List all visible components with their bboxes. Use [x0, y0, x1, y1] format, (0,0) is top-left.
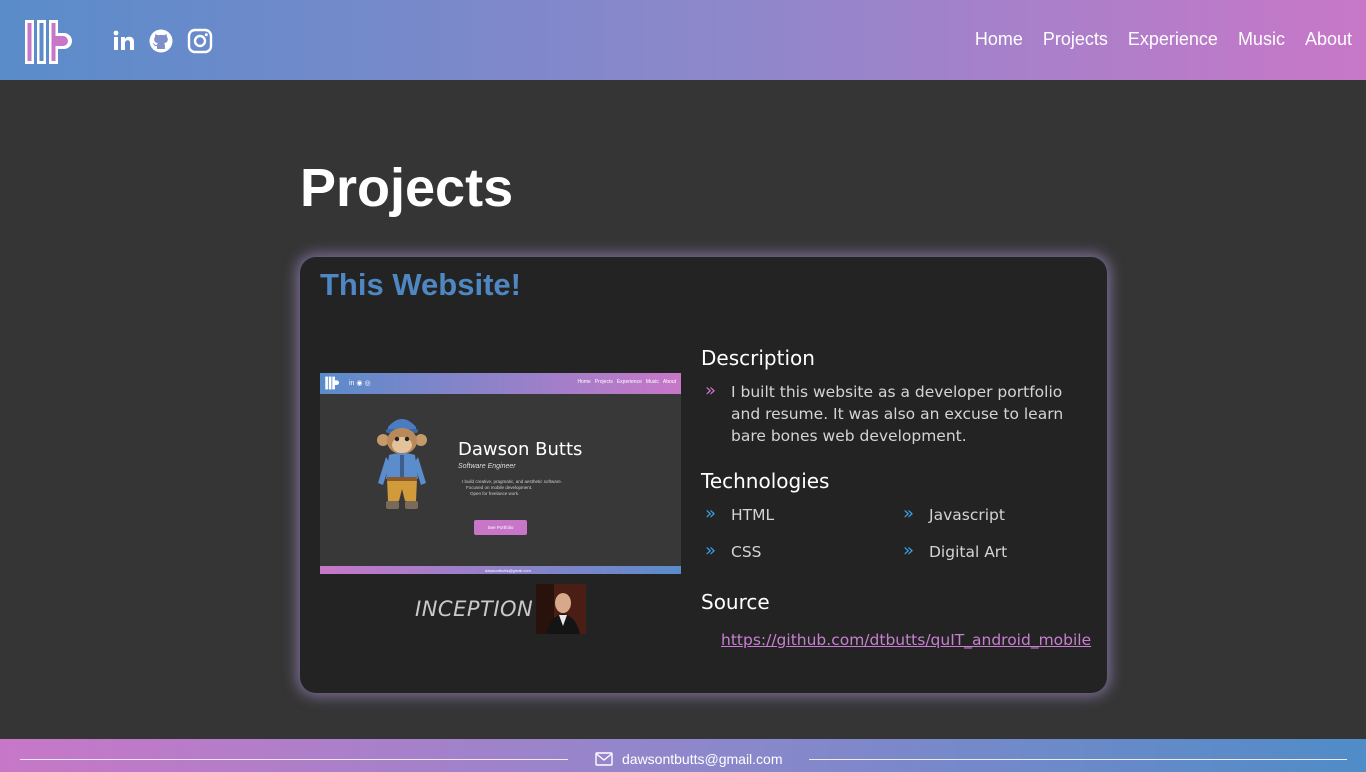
tech-bullet-icon: » [903, 503, 915, 524]
linkedin-icon[interactable] [111, 28, 137, 54]
screenshot-nav-item: Home [577, 379, 591, 385]
mail-icon [595, 752, 613, 766]
avatar [536, 584, 586, 634]
technologies-heading: Technologies [701, 469, 830, 493]
monkey-illustration [377, 419, 427, 509]
description-bullet-icon: » [705, 380, 717, 401]
tech-bullet-icon: » [903, 540, 915, 561]
logo-icon[interactable] [24, 19, 72, 65]
screenshot-role: Software Engineer [458, 463, 516, 470]
tech-item: Digital Art [929, 543, 1008, 561]
nav-music[interactable]: Music [1238, 29, 1285, 50]
screenshot-nav-item: Music [645, 379, 659, 385]
project-title: This Website! [320, 267, 521, 302]
footer-email-link[interactable]: dawsontbutts@gmail.com [622, 751, 783, 767]
tech-bullet-icon: » [705, 540, 717, 561]
screenshot-name: Dawson Butts [458, 439, 583, 460]
project-caption: INCEPTION [415, 597, 534, 621]
nav-home[interactable]: Home [975, 29, 1023, 50]
github-icon[interactable] [148, 28, 174, 54]
main-nav: Home Projects Experience Music About [975, 29, 1352, 50]
project-description: I built this website as a developer port… [731, 383, 1064, 445]
screenshot-nav-item: Experience [616, 379, 642, 385]
screenshot-button: See Portfolio [474, 520, 527, 535]
tech-bullet-icon: » [705, 503, 717, 524]
site-header: Home Projects Experience Music About [0, 0, 1366, 80]
screenshot-email: dawsontbutts@gmail.com [485, 568, 531, 573]
screenshot-footer: dawsontbutts@gmail.com [320, 566, 681, 574]
footer-divider [20, 759, 568, 760]
tech-item: Javascript [929, 506, 1005, 524]
screenshot-nav-item: Projects [594, 379, 613, 385]
description-heading: Description [701, 346, 815, 370]
screenshot-header: in ◉ ◎ Home Projects Experience Music Ab… [320, 373, 681, 394]
nav-projects[interactable]: Projects [1043, 29, 1108, 50]
page-title: Projects [300, 158, 514, 218]
screenshot-bio-line: Open for freelance work. [470, 491, 520, 496]
nav-about[interactable]: About [1305, 29, 1352, 50]
nav-experience[interactable]: Experience [1128, 29, 1218, 50]
tech-item: HTML [731, 506, 775, 524]
screenshot-nav-item: About [662, 379, 676, 385]
source-link[interactable]: https://github.com/dtbutts/quIT_android_… [721, 631, 1091, 649]
screenshot-nav: Home Projects Experience Music About [577, 379, 676, 385]
site-footer: dawsontbutts@gmail.com [0, 739, 1366, 772]
screenshot-social-icons: in ◉ ◎ [349, 380, 371, 387]
screenshot-logo-icon [325, 376, 339, 390]
instagram-icon[interactable] [187, 28, 213, 54]
tech-item: CSS [731, 543, 762, 561]
screenshot-bio: I build creative, pragmatic, and aesthet… [462, 479, 572, 497]
source-heading: Source [701, 590, 770, 614]
project-card: This Website! in ◉ ◎ Home Projects Exper… [300, 257, 1107, 693]
project-screenshot: in ◉ ◎ Home Projects Experience Music Ab… [320, 373, 681, 574]
footer-divider [809, 759, 1347, 760]
